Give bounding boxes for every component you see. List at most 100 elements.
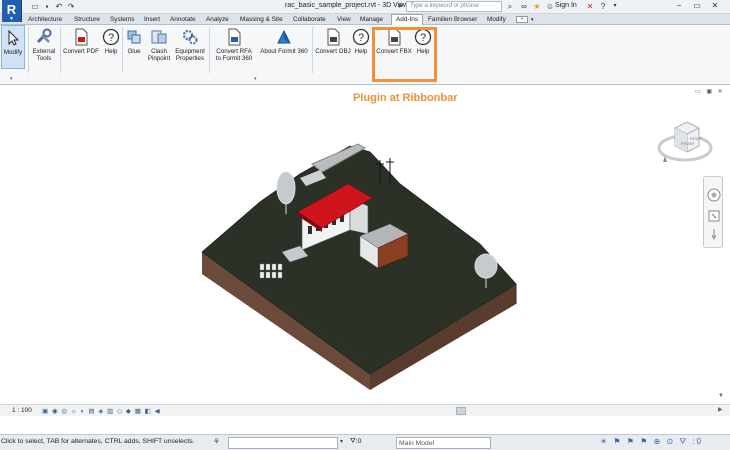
- chevron-down-icon[interactable]: ▾: [611, 1, 619, 12]
- help-label-2: Help: [354, 48, 368, 55]
- tab-annotate[interactable]: Annotate: [170, 15, 196, 25]
- save-icon[interactable]: ▪: [42, 1, 52, 12]
- view-control-icons[interactable]: ▣ ◉ ◎ ☼ ◐ ▤ ◈ ▥ ◇ ◆ ▦ ◧ ◀: [42, 407, 161, 415]
- separator: [209, 27, 210, 73]
- chevron-down-icon[interactable]: ▾: [531, 15, 534, 25]
- convert-rfa-button[interactable]: Convert RFA to Formit 360: [211, 25, 257, 77]
- search-input[interactable]: Type a keyword or phrase: [406, 1, 502, 12]
- clash-label-1: Clash: [151, 48, 167, 55]
- exchange-icon[interactable]: ✕: [585, 1, 595, 12]
- external-tools-label-1: External: [32, 48, 56, 55]
- ribbon-toggle-icon[interactable]: ▪: [516, 16, 528, 23]
- view-window-controls[interactable]: ▭ ▣ ✕: [695, 88, 725, 95]
- plugin-highlight-box: [372, 27, 437, 82]
- convert-pdf-label: Convert PDF: [63, 48, 99, 55]
- scroll-down-icon[interactable]: ▼: [718, 393, 724, 399]
- restore-icon[interactable]: ▭: [690, 0, 704, 12]
- about-formit-label: About Formit 360: [260, 48, 308, 55]
- plugin-annotation-label: Plugin at Ribbonbar: [353, 92, 458, 104]
- app-menu-button[interactable]: R ▼: [2, 0, 22, 22]
- redo-icon[interactable]: ↷: [66, 1, 76, 12]
- chevron-down-icon[interactable]: ▾: [254, 76, 257, 82]
- tab-systems[interactable]: Systems: [110, 15, 135, 25]
- tab-modify[interactable]: Modify: [487, 15, 506, 25]
- undo-icon[interactable]: ↶: [54, 1, 64, 12]
- design-option-dropdown[interactable]: Main Model: [396, 437, 491, 449]
- selection-settings-icons[interactable]: ☀ ⚑ ⚑ ⚑ ⊕ ⊙ ⛛ :0: [600, 437, 703, 447]
- help-label-1: Help: [104, 48, 118, 55]
- tab-manage[interactable]: Manage: [360, 15, 383, 25]
- tab-collaborate[interactable]: Collaborate: [293, 15, 326, 25]
- tab-insert[interactable]: Insert: [144, 15, 160, 25]
- search-icon[interactable]: ⌕: [505, 1, 515, 12]
- glue-label: Glue: [127, 48, 141, 55]
- separator: [312, 27, 313, 73]
- formit-icon: [277, 29, 291, 44]
- selection-count-value: :0: [355, 438, 362, 445]
- chevron-right-icon: ▶: [398, 3, 404, 9]
- help-button-1[interactable]: ? Help: [102, 25, 120, 77]
- document-title: rac_basic_sample_project.rvt - 3D View..…: [285, 2, 414, 9]
- help-button-2[interactable]: ? Help: [352, 25, 370, 77]
- view-scale[interactable]: 1 : 100: [12, 407, 32, 414]
- scroll-right-icon[interactable]: ▶: [718, 406, 723, 413]
- help-icon[interactable]: ?: [598, 1, 608, 12]
- svg-text:FRONT: FRONT: [681, 141, 695, 146]
- convert-obj-label: Convert OBJ: [315, 48, 351, 55]
- tab-structure[interactable]: Structure: [74, 15, 100, 25]
- star-icon[interactable]: ★: [532, 1, 542, 12]
- modify-label: Modify: [3, 49, 23, 56]
- scrollbar-thumb[interactable]: [456, 407, 466, 415]
- clash-pinpoint-button[interactable]: Clash Pinpoint: [145, 25, 173, 77]
- convert-obj-button[interactable]: Convert OBJ: [314, 25, 352, 77]
- glue-button[interactable]: Glue: [124, 25, 144, 77]
- tab-add-ins[interactable]: Add-Ins: [391, 14, 424, 25]
- selection-count: ⛛:0: [350, 438, 361, 446]
- convert-rfa-label-1: Convert RFA: [216, 48, 252, 55]
- separator: [122, 27, 123, 73]
- equipment-label-2: Properties: [175, 55, 205, 62]
- chevron-down-icon: ▼: [9, 16, 14, 22]
- obj-file-icon: [327, 28, 340, 46]
- ribbon-tabs: Architecture Structure Systems Insert An…: [0, 14, 730, 25]
- close-icon[interactable]: ✕: [708, 0, 722, 12]
- pdf-file-icon: [75, 28, 88, 46]
- tab-architecture[interactable]: Architecture: [28, 15, 62, 25]
- modify-button[interactable]: Modify: [1, 25, 25, 69]
- worksets-icon[interactable]: ⚘: [213, 437, 220, 446]
- binoculars-icon[interactable]: ∞: [519, 1, 529, 12]
- svg-text:?: ?: [108, 32, 114, 44]
- ribbon-panel: Modify External Tools Convert PDF ? Help…: [0, 25, 730, 85]
- equipment-properties-button[interactable]: Equipment Properties: [173, 25, 207, 77]
- 3d-viewport[interactable]: ▭ ▣ ✕ FRONT RIGHT: [0, 86, 730, 404]
- user-icon[interactable]: ☺: [545, 1, 555, 12]
- tab-familien-browser[interactable]: Familien Browser: [428, 15, 477, 25]
- wrench-icon: [36, 28, 52, 44]
- clash-label-2: Pinpoint: [147, 55, 171, 62]
- external-tools-button[interactable]: External Tools: [30, 25, 58, 77]
- sign-in-link[interactable]: Sign In: [555, 2, 577, 9]
- equipment-label-1: Equipment: [175, 48, 205, 55]
- workset-dropdown[interactable]: [228, 437, 338, 449]
- separator: [60, 27, 61, 73]
- external-tools-label-2: Tools: [36, 55, 52, 62]
- open-icon[interactable]: ▭: [30, 1, 40, 12]
- building-model-3d[interactable]: [190, 134, 530, 390]
- chevron-down-icon[interactable]: ▾: [340, 438, 343, 445]
- rfa-file-icon: [228, 28, 241, 46]
- convert-pdf-button[interactable]: Convert PDF: [62, 25, 100, 77]
- about-formit-button[interactable]: About Formit 360: [258, 25, 310, 77]
- status-bar: Click to select, TAB for alternates, CTR…: [0, 434, 730, 450]
- view-control-bar: 1 : 100 ▣ ◉ ◎ ☼ ◐ ▤ ◈ ▥ ◇ ◆ ▦ ◧ ◀ ▶: [0, 404, 730, 416]
- navigation-bar[interactable]: [703, 176, 723, 248]
- viewcube-icon[interactable]: FRONT RIGHT: [657, 116, 713, 168]
- clash-icon: [151, 30, 167, 44]
- tab-view[interactable]: View: [337, 15, 351, 25]
- tab-massing-site[interactable]: Massing & Site: [240, 15, 283, 25]
- svg-text:?: ?: [358, 32, 364, 44]
- convert-rfa-label-2: to Formit 360: [215, 55, 253, 62]
- chevron-down-icon[interactable]: ▾: [10, 76, 13, 82]
- tab-analyze[interactable]: Analyze: [206, 15, 229, 25]
- minimize-icon[interactable]: −: [672, 0, 686, 12]
- svg-text:RIGHT: RIGHT: [690, 136, 703, 141]
